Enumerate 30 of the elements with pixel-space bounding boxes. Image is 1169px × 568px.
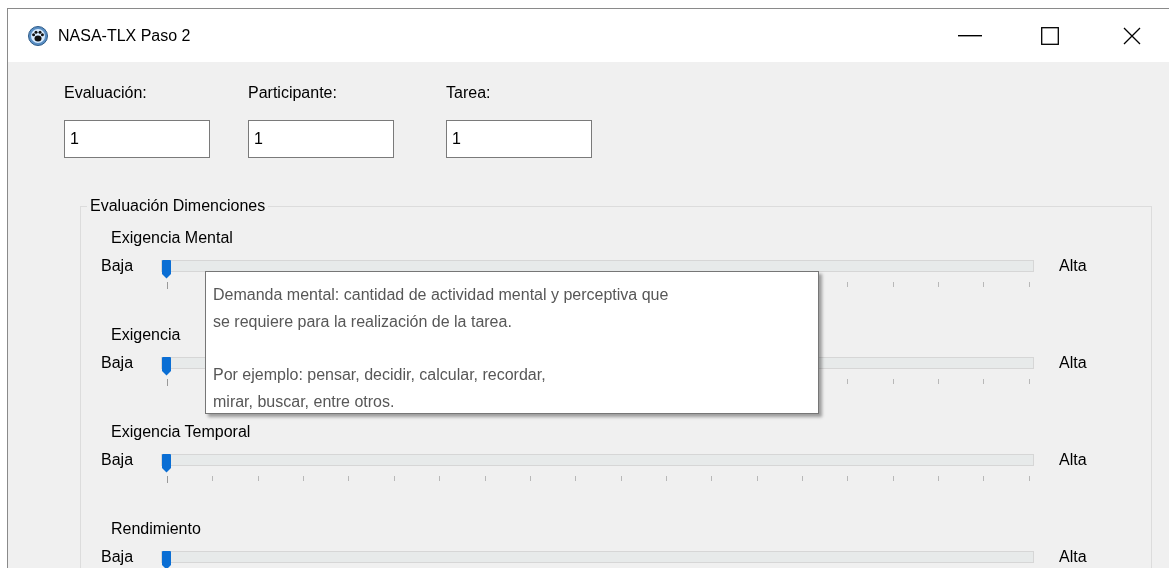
scale-title: Exigencia Mental (111, 228, 233, 248)
slider-thumb[interactable] (162, 260, 171, 279)
high-label: Alta (1059, 549, 1087, 565)
slider-thumb[interactable] (162, 454, 171, 473)
field-label: Evaluación: (64, 83, 148, 103)
input-field[interactable]: 1 (64, 120, 210, 158)
tooltip-text: Por ejemplo: pensar, decidir, calcular, recordar, mirar, buscar, entre otros. (213, 365, 546, 412)
slider-thumb[interactable] (162, 551, 171, 568)
group-title: Evaluación Dimenciones (89, 196, 267, 216)
scale-title: Rendimiento (111, 519, 201, 539)
paw-icon (28, 25, 48, 46)
slider-track[interactable] (161, 454, 1034, 473)
slider-track[interactable] (161, 551, 1034, 568)
low-label: Baja (101, 355, 135, 371)
low-label: Baja (101, 258, 135, 274)
tooltip-text: Demanda mental: cantidad de actividad mental y perceptiva que se requiere para la realización de la tarea. (213, 285, 669, 332)
high-label: Alta (1059, 355, 1087, 371)
low-label: Baja (101, 549, 135, 565)
field-label: Tarea: (446, 83, 492, 103)
input-field[interactable]: 1 (248, 120, 394, 158)
field-label: Participante: (248, 83, 338, 103)
scale-title: Exigencia (111, 325, 181, 345)
input-field[interactable]: 1 (446, 120, 592, 158)
window-title: NASA-TLX Paso 2 (58, 26, 192, 45)
low-label: Baja (101, 452, 135, 468)
slider-track[interactable] (161, 260, 1034, 279)
scale-title: Exigencia Temporal (111, 422, 251, 442)
high-label: Alta (1059, 258, 1087, 274)
high-label: Alta (1059, 452, 1087, 468)
slider-thumb[interactable] (162, 357, 171, 376)
